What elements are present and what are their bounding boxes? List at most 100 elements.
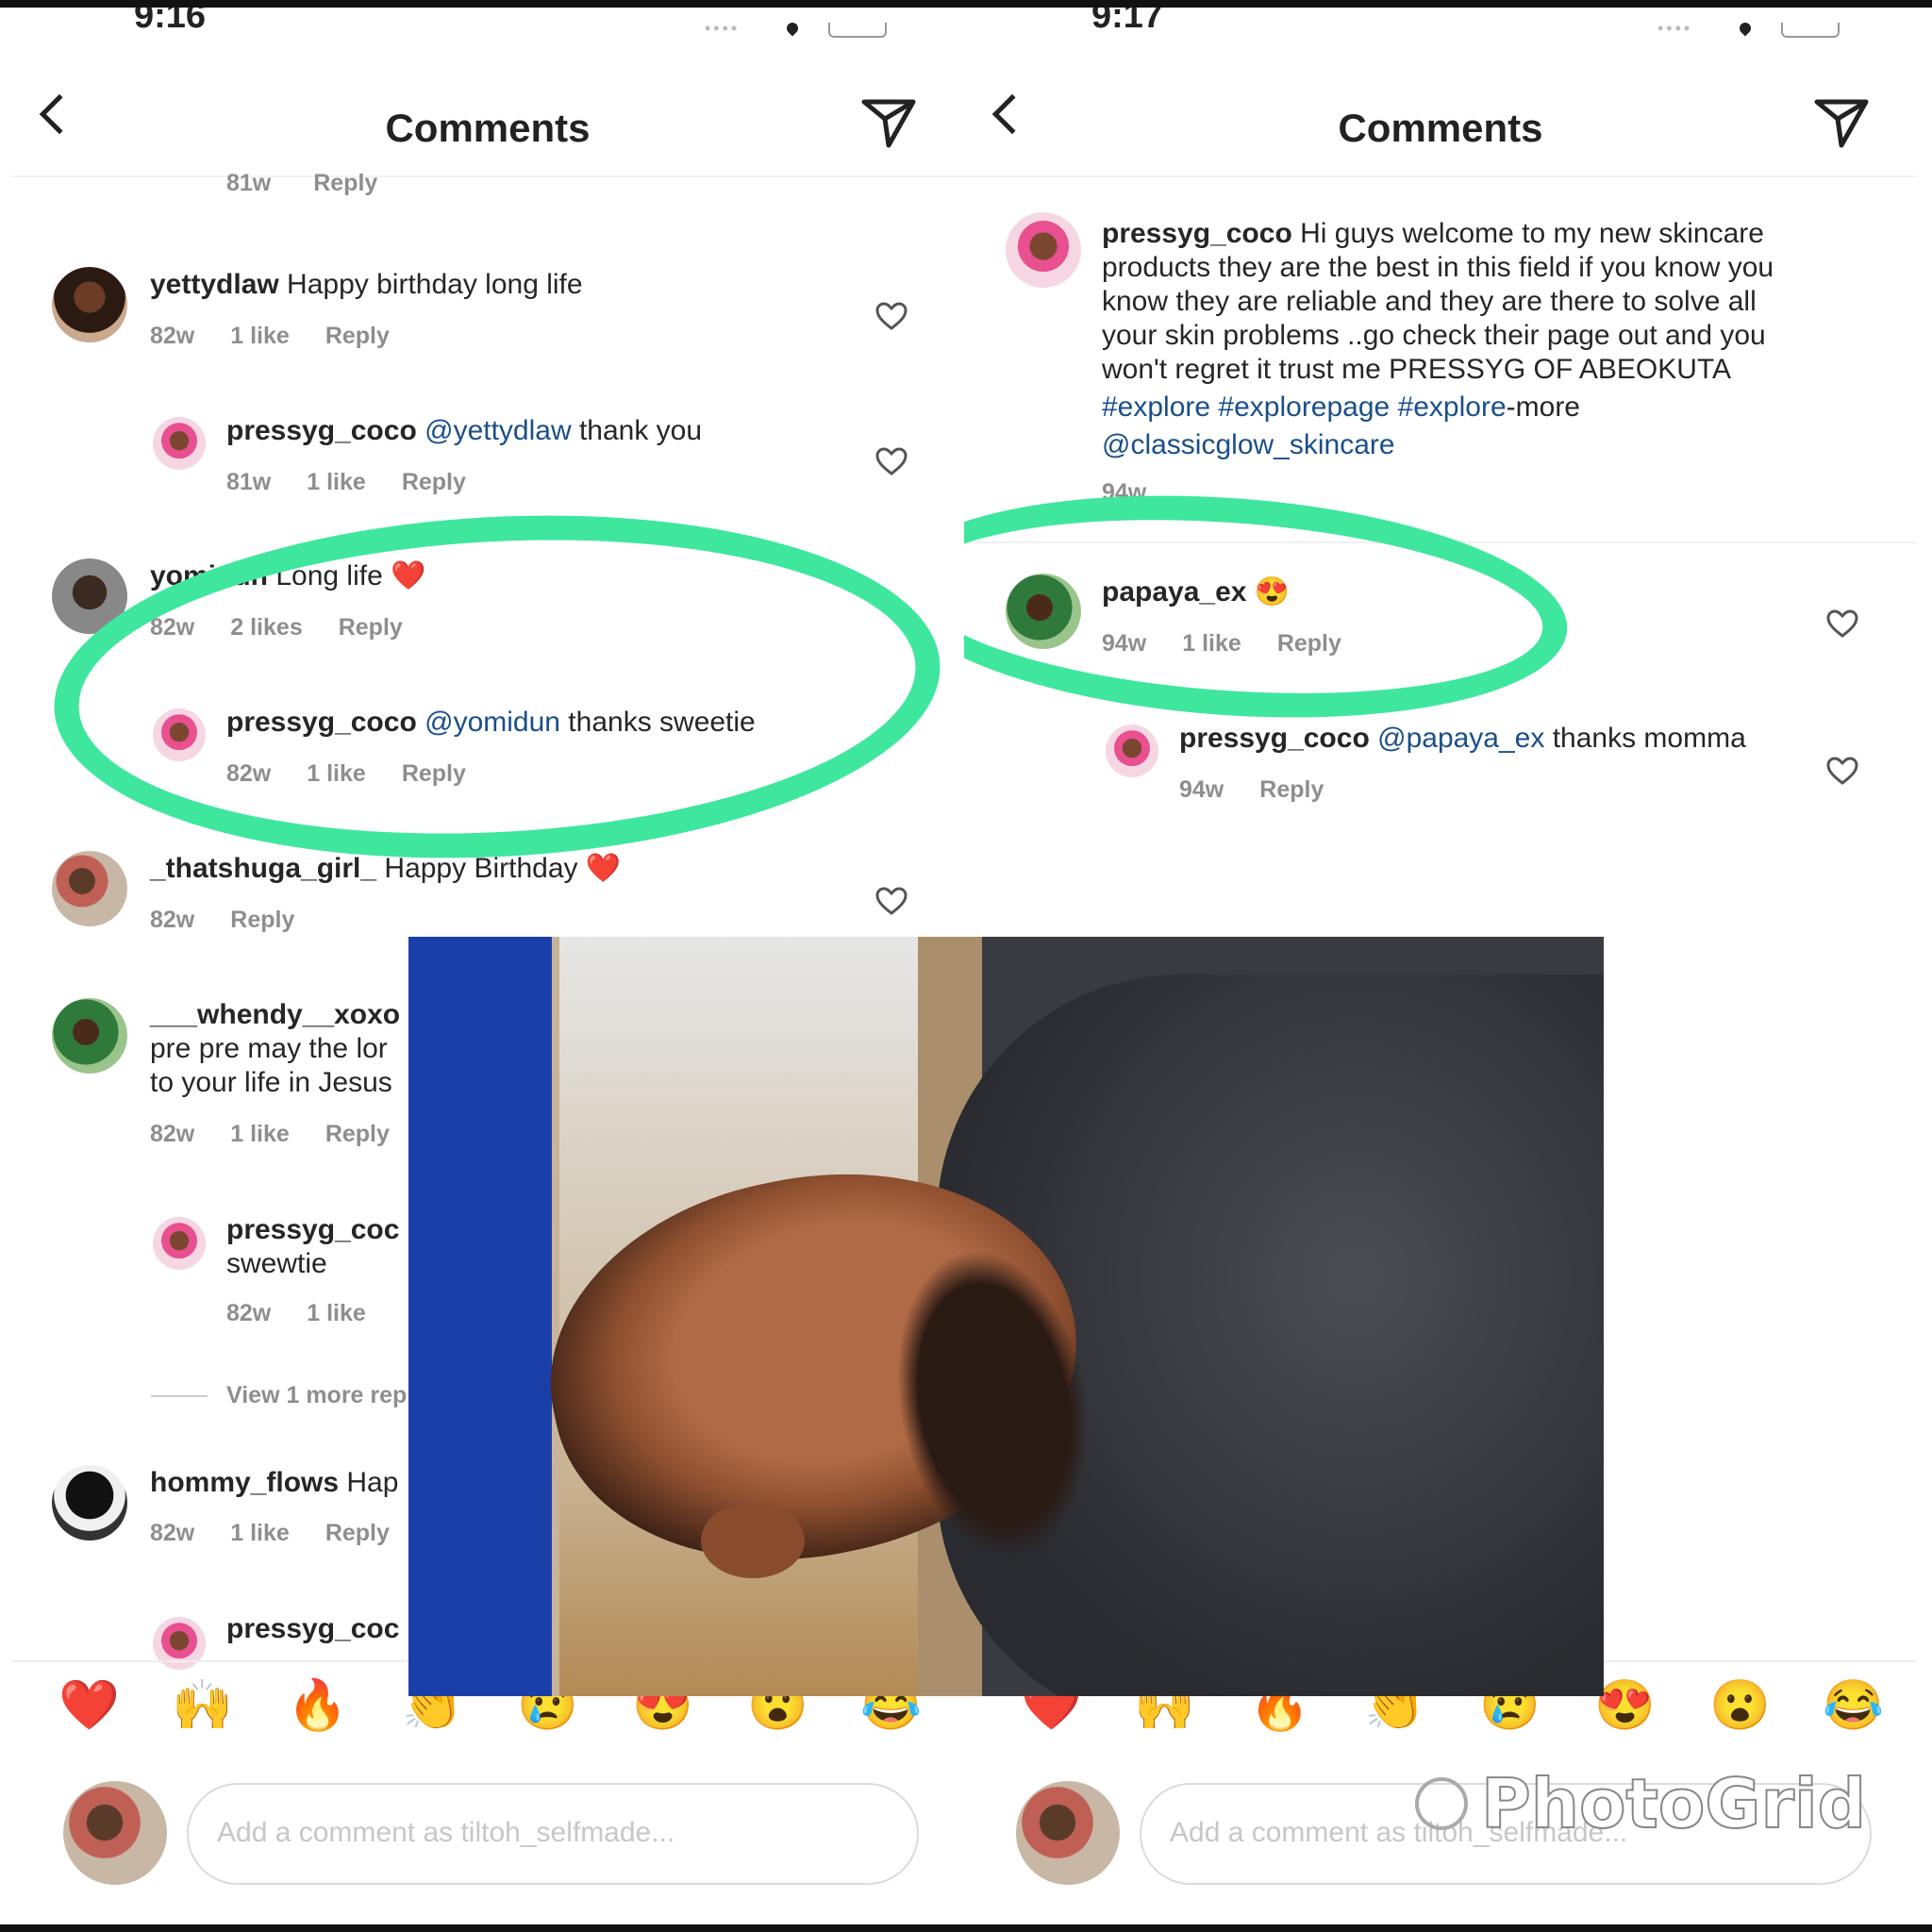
signal-icon: •••• [1657, 19, 1693, 38]
comment-body: thanks momma [1544, 723, 1746, 754]
caption-body: won't regret it trust me PRESSYG OF ABEO… [1102, 354, 1732, 385]
reply-link[interactable]: Reply [325, 1520, 390, 1546]
mention-link[interactable]: @classicglow_skincare [1102, 429, 1395, 460]
comment-text: hommy_flows Hap [150, 1466, 398, 1500]
comment-body: pre pre may the lor [150, 1033, 388, 1064]
comment-time: 82w [150, 323, 195, 349]
username[interactable]: pressyg_coc [226, 1214, 399, 1245]
highlight-circle [45, 493, 949, 880]
page-title: Comments [1338, 106, 1543, 150]
signal-icon: •••• [705, 19, 741, 38]
send-icon[interactable] [860, 96, 917, 149]
caption-body: know they are reliable and they are ther… [1102, 286, 1757, 317]
reply-link[interactable]: Reply [313, 170, 377, 196]
like-count[interactable]: 1 like [230, 1121, 290, 1147]
comment-text: _thatshuga_girl_ Happy Birthday ❤️ [150, 852, 621, 886]
comment-time: 82w [150, 1121, 195, 1147]
watermark-text: PhotoGrid [1480, 1763, 1867, 1844]
comment-text: pressyg_coc [226, 1612, 399, 1646]
mention-link[interactable]: @papaya_ex [1370, 723, 1544, 754]
send-icon[interactable] [1813, 96, 1870, 149]
my-avatar [1016, 1781, 1120, 1885]
comment-input[interactable]: Add a comment as tiltoh_selfmade... [187, 1783, 919, 1885]
username[interactable]: pressyg_coco [1179, 723, 1370, 754]
reply-link[interactable]: Reply [1259, 776, 1324, 803]
username[interactable]: _thatshuga_girl_ [150, 853, 376, 884]
comment-meta: 82w 1 like Reply [150, 323, 425, 350]
reply-link[interactable]: Reply [230, 907, 294, 933]
photo-ear [701, 1503, 805, 1578]
heart-icon[interactable] [875, 887, 908, 915]
caption-body: Hi guys welcome to my new skincare [1291, 218, 1764, 249]
comment-meta: 94w Reply [1179, 776, 1359, 804]
more-link[interactable]: -more [1507, 391, 1580, 423]
overlay-photo [408, 937, 1604, 1696]
heart-icon[interactable] [1826, 609, 1858, 638]
comment-text: pressyg_coc swewtie [226, 1213, 399, 1281]
comment-composer: Add a comment as tiltoh_selfmade... [11, 1772, 964, 1894]
emoji-fire[interactable]: 🔥 [287, 1677, 348, 1734]
my-avatar [63, 1781, 167, 1885]
page-title: Comments [385, 106, 591, 150]
reply-link[interactable]: Reply [402, 469, 466, 495]
heart-icon[interactable] [1826, 757, 1858, 785]
wifi-icon [784, 20, 801, 37]
status-time: 9:16 [134, 8, 207, 36]
username[interactable]: hommy_flows [150, 1467, 339, 1498]
avatar[interactable] [153, 1217, 206, 1270]
emoji-surprised[interactable]: 😮 [1709, 1677, 1771, 1734]
mention-link[interactable]: @yettydlaw [417, 415, 572, 446]
comment-body: Hap [339, 1467, 399, 1498]
avatar[interactable] [52, 1465, 127, 1541]
username[interactable]: ___whendy__xoxo [150, 999, 400, 1030]
comment-time: 82w [150, 907, 195, 933]
heart-icon[interactable] [875, 302, 908, 330]
comment-text: pressyg_coco @papaya_ex thanks momma [1179, 722, 1746, 756]
emoji-laughing[interactable]: 😂 [1823, 1677, 1884, 1734]
like-count[interactable]: 1 like [230, 1520, 290, 1546]
comments-header: Comments [964, 74, 1917, 177]
wifi-icon [1737, 20, 1754, 37]
status-bar: 9:16 •••• [11, 8, 964, 47]
comment-meta: 82w 1 like Reply [150, 1121, 425, 1148]
like-count[interactable]: 1 like [307, 469, 366, 495]
comment-time: 82w [226, 1300, 272, 1326]
photogrid-watermark: PhotoGrid [1415, 1763, 1867, 1844]
emoji-heart[interactable]: ❤️ [58, 1677, 120, 1734]
heart-icon[interactable] [875, 447, 908, 475]
username[interactable]: yettydlaw [150, 269, 279, 300]
comment-input-placeholder: Add a comment as tiltoh_selfmade... [217, 1817, 675, 1848]
comment-meta: 82w 1 like Reply [150, 1520, 425, 1547]
like-count[interactable]: 1 like [230, 323, 290, 349]
avatar[interactable] [52, 998, 127, 1074]
status-bar: 9:17 •••• [964, 8, 1917, 47]
reply-link[interactable]: Reply [325, 1121, 390, 1147]
avatar[interactable] [52, 851, 127, 926]
comment-time: 94w [1179, 776, 1224, 803]
username[interactable]: pressyg_coc [226, 1613, 399, 1644]
comment-body: to your life in Jesus [150, 1067, 392, 1098]
status-time: 9:17 [1091, 8, 1164, 36]
avatar[interactable] [153, 417, 206, 470]
bottom-border [0, 1924, 1932, 1932]
emoji-raised-hands[interactable]: 🙌 [172, 1677, 233, 1734]
avatar[interactable] [52, 267, 127, 342]
comment-meta: 81w 1 like Reply [226, 469, 502, 496]
comment-meta: 82w 1 like [226, 1300, 402, 1327]
comment-text: ___whendy__xoxo pre pre may the lor to y… [150, 998, 400, 1100]
view-more-replies[interactable]: View 1 more rep [226, 1382, 407, 1409]
hashtag-links[interactable]: #explore #explorepage #explore [1102, 391, 1507, 423]
comments-header: Comments [11, 74, 964, 177]
avatar[interactable] [1006, 212, 1081, 288]
comment-text: pressyg_coco @yettydlaw thank you [226, 414, 702, 448]
highlight-circle [964, 475, 1575, 739]
comment-time: 82w [150, 1520, 195, 1546]
reply-link[interactable]: Reply [325, 323, 390, 349]
like-count[interactable]: 1 like [307, 1300, 366, 1326]
username[interactable]: pressyg_coco [226, 415, 417, 446]
comment-time: 81w [226, 170, 272, 196]
avatar[interactable] [1106, 724, 1158, 777]
comment-meta: 82w Reply [150, 907, 330, 934]
username[interactable]: pressyg_coco [1102, 218, 1292, 249]
comment-text: yettydlaw Happy birthday long life [150, 268, 583, 302]
